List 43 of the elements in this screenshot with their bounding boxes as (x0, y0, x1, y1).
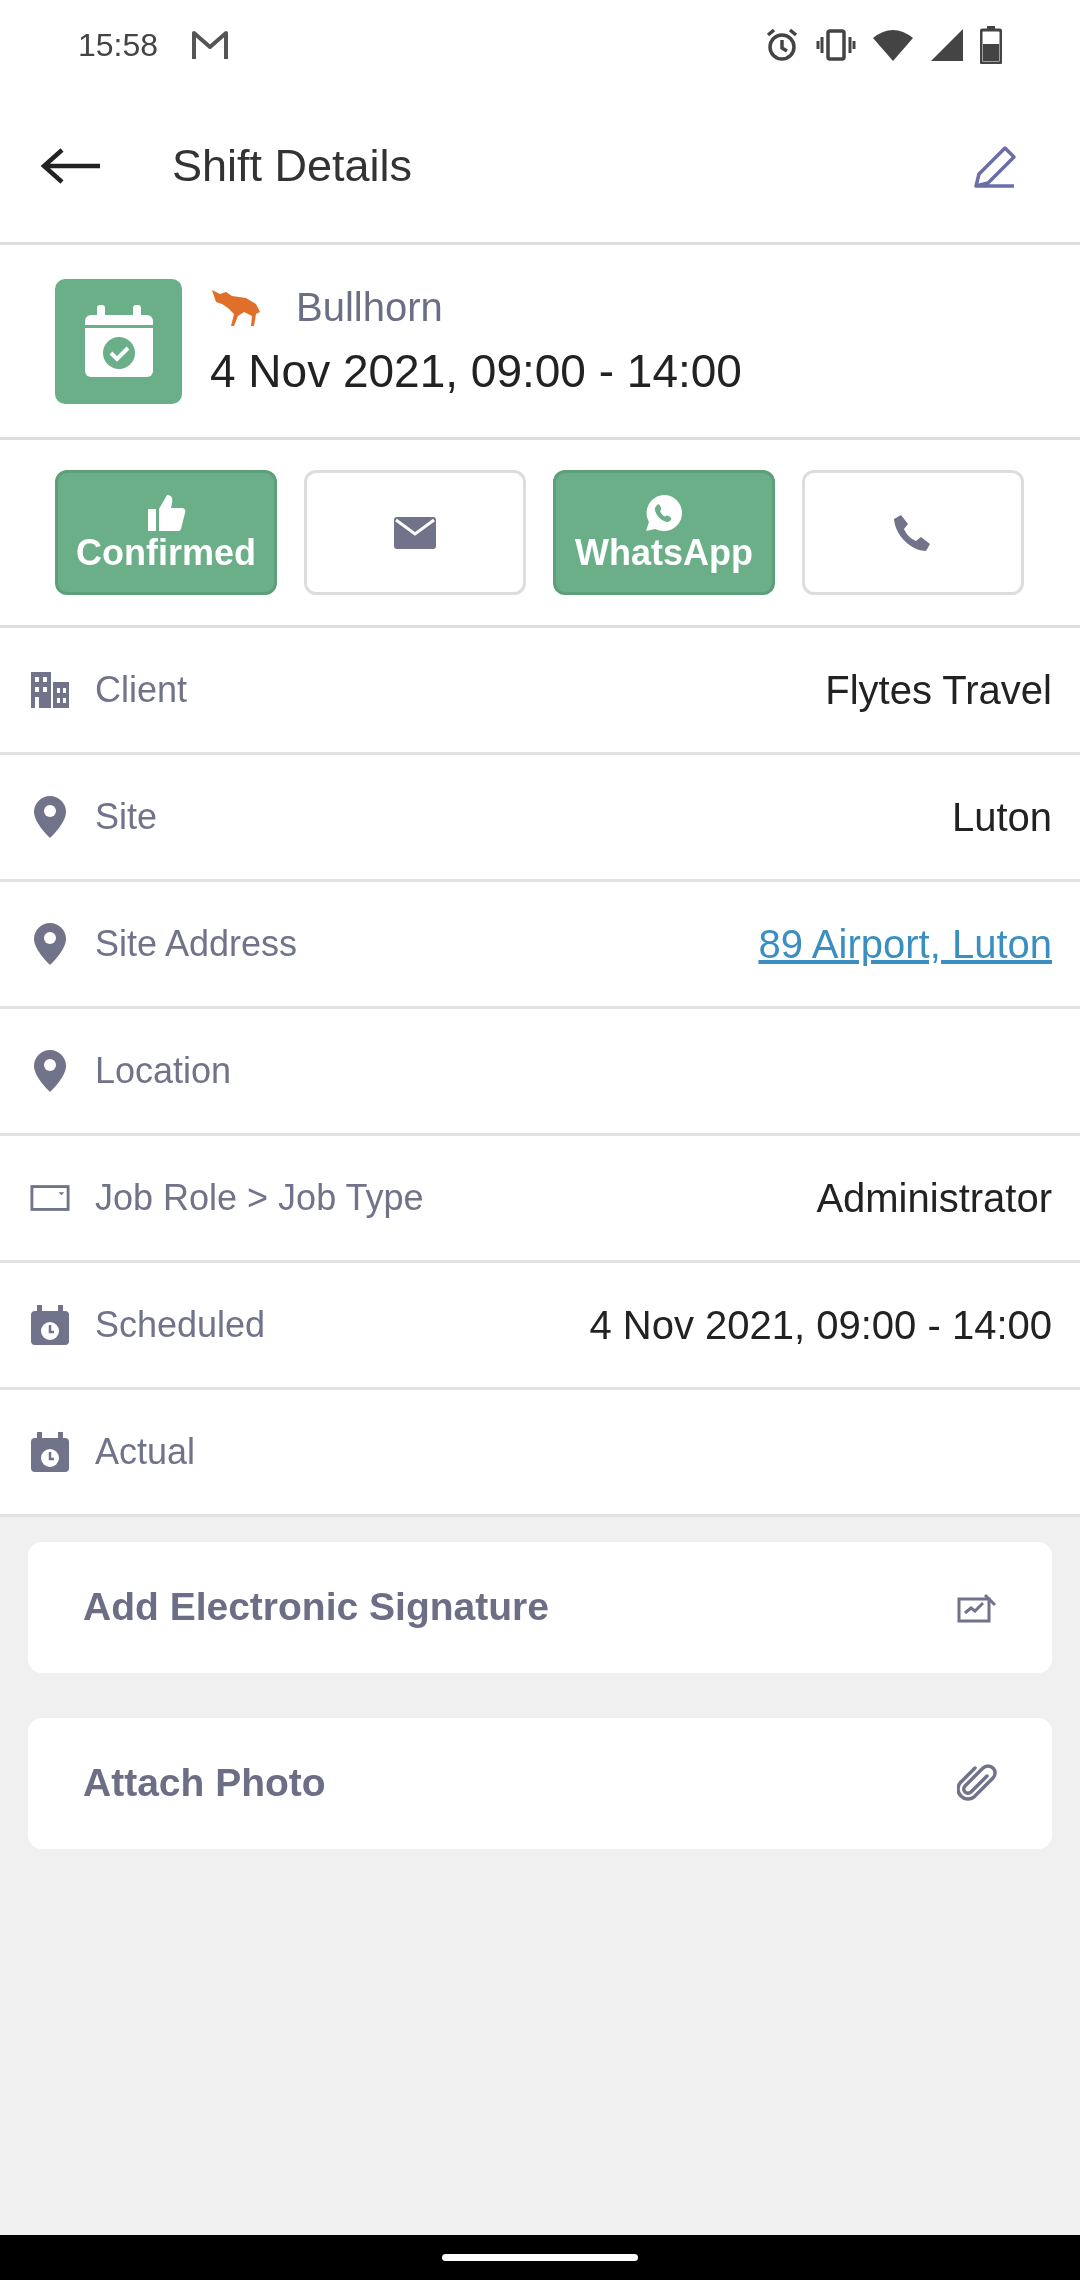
wifi-icon (872, 28, 914, 62)
whatsapp-icon (644, 492, 684, 533)
field-value: Luton (951, 794, 1052, 841)
field-label: Actual (95, 1430, 196, 1474)
agency-name: Bullhorn (296, 283, 443, 331)
signature-card[interactable]: Add Electronic Signature (28, 1542, 1052, 1673)
field-label: Job Role > Job Type (95, 1176, 424, 1220)
confirmed-button[interactable]: Confirmed (55, 470, 277, 595)
signature-icon (957, 1592, 997, 1623)
field-label: Site (95, 795, 158, 839)
envelope-icon (394, 516, 436, 549)
card-icon (30, 1184, 70, 1212)
signal-icon (930, 28, 964, 62)
calendar-clock-icon (31, 1305, 69, 1345)
vibrate-icon (816, 28, 856, 62)
field-value: Flytes Travel (825, 667, 1052, 714)
field-label: Location (95, 1049, 232, 1093)
building-icon (31, 672, 69, 708)
battery-icon (980, 26, 1002, 64)
email-button[interactable] (304, 470, 526, 595)
location-pin-icon (34, 796, 66, 838)
shift-datetime: 4 Nov 2021, 09:00 - 14:00 (210, 343, 742, 399)
field-label: Scheduled (95, 1303, 266, 1347)
location-pin-icon (34, 1050, 66, 1092)
status-time: 15:58 (78, 26, 159, 65)
screen-title: Shift Details (172, 139, 413, 194)
calendar-clock-icon (31, 1432, 69, 1472)
field-label: Client (95, 668, 188, 712)
back-button[interactable] (40, 146, 102, 186)
location-pin-icon (34, 923, 66, 965)
whatsapp-button[interactable]: WhatsApp (553, 470, 775, 595)
thumbs-up-icon (146, 492, 186, 533)
field-label: Site Address (95, 922, 298, 966)
field-value: 4 Nov 2021, 09:00 - 14:00 (589, 1302, 1052, 1349)
calendar-check-icon (84, 305, 153, 377)
back-arrow-icon (40, 146, 102, 186)
mail-icon (190, 28, 231, 62)
address-link[interactable]: 89 Airport, Luton (758, 914, 1052, 974)
field-value: Administrator (816, 1175, 1052, 1222)
alarm-icon (764, 27, 800, 63)
attach-photo-card[interactable]: Attach Photo (28, 1718, 1052, 1849)
phone-icon (893, 512, 933, 553)
paperclip-icon (957, 1763, 997, 1804)
